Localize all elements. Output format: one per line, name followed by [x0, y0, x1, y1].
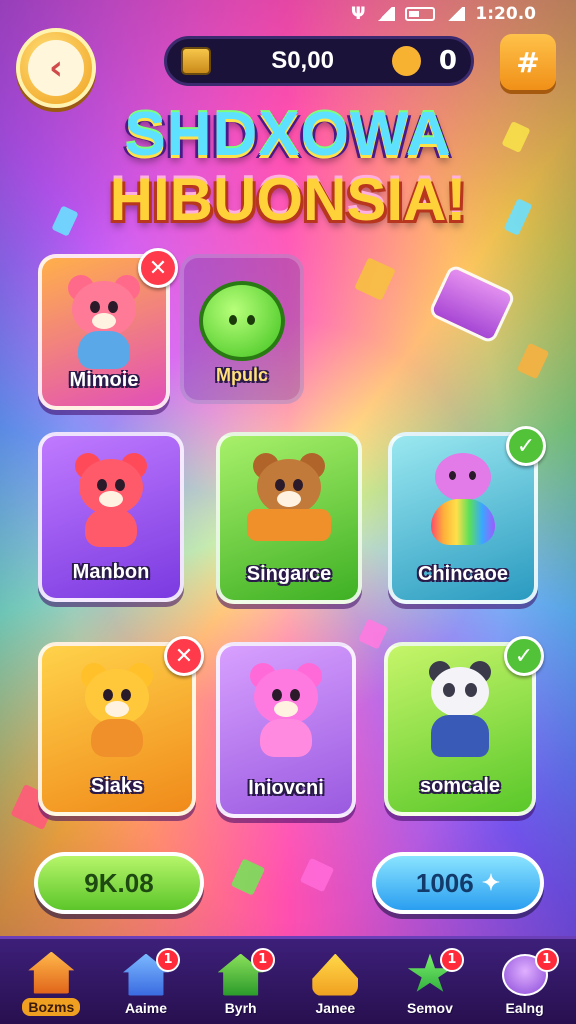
treasure-chest-icon [181, 47, 212, 75]
character-name: Manbon [72, 561, 150, 583]
character-art [220, 444, 358, 554]
currency-bar: S0,00 0 [164, 36, 474, 86]
title-line-2: HIBUONSIA! [109, 166, 467, 233]
nav-label: Ealng [505, 999, 544, 1016]
nav-label: Aaime [124, 999, 167, 1016]
house-icon [28, 951, 75, 994]
nav-item-4[interactable]: Janee [293, 942, 377, 1022]
character-card[interactable]: Singarce [216, 432, 362, 604]
character-art [220, 654, 352, 764]
nav-item-3[interactable]: Byrh 1 [199, 942, 283, 1022]
bottom-nav: Bozms Aaime 1 Byrh 1 Janee Semov 1 Ealng… [0, 936, 576, 1024]
character-name: Siaks [90, 775, 144, 797]
nav-item-6[interactable]: Ealng 1 [483, 942, 567, 1022]
notification-badge: 1 [250, 947, 275, 972]
checkmark-icon[interactable]: ✓ [506, 426, 546, 466]
rainbow-creature-icon [423, 449, 503, 549]
game-title: SHDXOWA HIBUONSIA! [0, 104, 576, 230]
character-card[interactable]: Chincaoe ✓ [388, 426, 546, 604]
red-bear-icon [63, 449, 159, 549]
signal-icon [445, 7, 466, 21]
nav-label: Byrh [224, 999, 257, 1016]
nav-label: Semov [406, 999, 453, 1016]
brown-bear-car-icon [241, 449, 337, 549]
nav-item-2[interactable]: Aaime 1 [104, 942, 188, 1022]
back-button[interactable]: ‹ [16, 28, 96, 108]
character-card[interactable]: Mpulc [180, 254, 304, 404]
character-name: Iniovcni [248, 777, 324, 799]
green-button-label: 9K.08 [84, 867, 154, 898]
nav-label: Bozms [22, 997, 81, 1016]
gem-balance: 0 [438, 46, 457, 76]
character-name: Mimoie [69, 369, 139, 391]
nav-item-5[interactable]: Semov 1 [388, 942, 472, 1022]
notification-badge: 1 [155, 947, 180, 972]
character-art [42, 444, 180, 554]
notification-badge: 1 [439, 947, 464, 972]
close-icon[interactable]: ✕ [164, 636, 204, 676]
panda-icon [415, 659, 505, 759]
status-bar: Ψ 1:20.0 [0, 0, 576, 28]
character-card[interactable]: Iniovcni [216, 642, 356, 818]
menu-button[interactable]: # [500, 34, 556, 90]
character-name: Singarce [246, 563, 332, 585]
character-card[interactable]: Siaks ✕ [38, 636, 204, 816]
character-name: Mpulc [216, 365, 268, 385]
blue-button-label: 1006 [415, 867, 474, 898]
character-name: Chincaoe [417, 563, 509, 585]
nav-label: Janee [315, 999, 356, 1016]
character-card[interactable]: Manbon [38, 432, 184, 602]
close-icon[interactable]: ✕ [138, 248, 178, 288]
cheese-icon [312, 953, 359, 996]
network-icon: Ψ [350, 4, 366, 24]
gear-icon[interactable] [391, 46, 421, 76]
character-card[interactable]: Mimoie ✕ [38, 248, 178, 410]
notification-badge: 1 [534, 947, 559, 972]
blue-action-button[interactable]: 1006 ✦ [372, 852, 544, 914]
character-name: somcale [419, 775, 501, 797]
character-art [184, 266, 300, 376]
yellow-bear-icon [69, 659, 165, 759]
checkmark-icon[interactable]: ✓ [504, 636, 544, 676]
green-blob-icon [199, 281, 285, 361]
clock-time: 1:20.0 [475, 4, 536, 24]
signal-icon [375, 7, 396, 21]
coin-balance: S0,00 [271, 47, 334, 74]
pink-bear-icon [56, 271, 152, 371]
nav-item-home[interactable]: Bozms [9, 942, 93, 1022]
battery-icon [405, 7, 436, 21]
title-line-1: SHDXOWA [124, 100, 452, 169]
green-action-button[interactable]: 9K.08 [34, 852, 204, 914]
sparkle-icon: ✦ [481, 870, 501, 895]
pink-bear-icon [238, 659, 334, 759]
grid-icon: # [516, 45, 540, 79]
back-arrow-icon: ‹ [28, 40, 84, 96]
character-card[interactable]: somcale ✓ [384, 636, 544, 816]
